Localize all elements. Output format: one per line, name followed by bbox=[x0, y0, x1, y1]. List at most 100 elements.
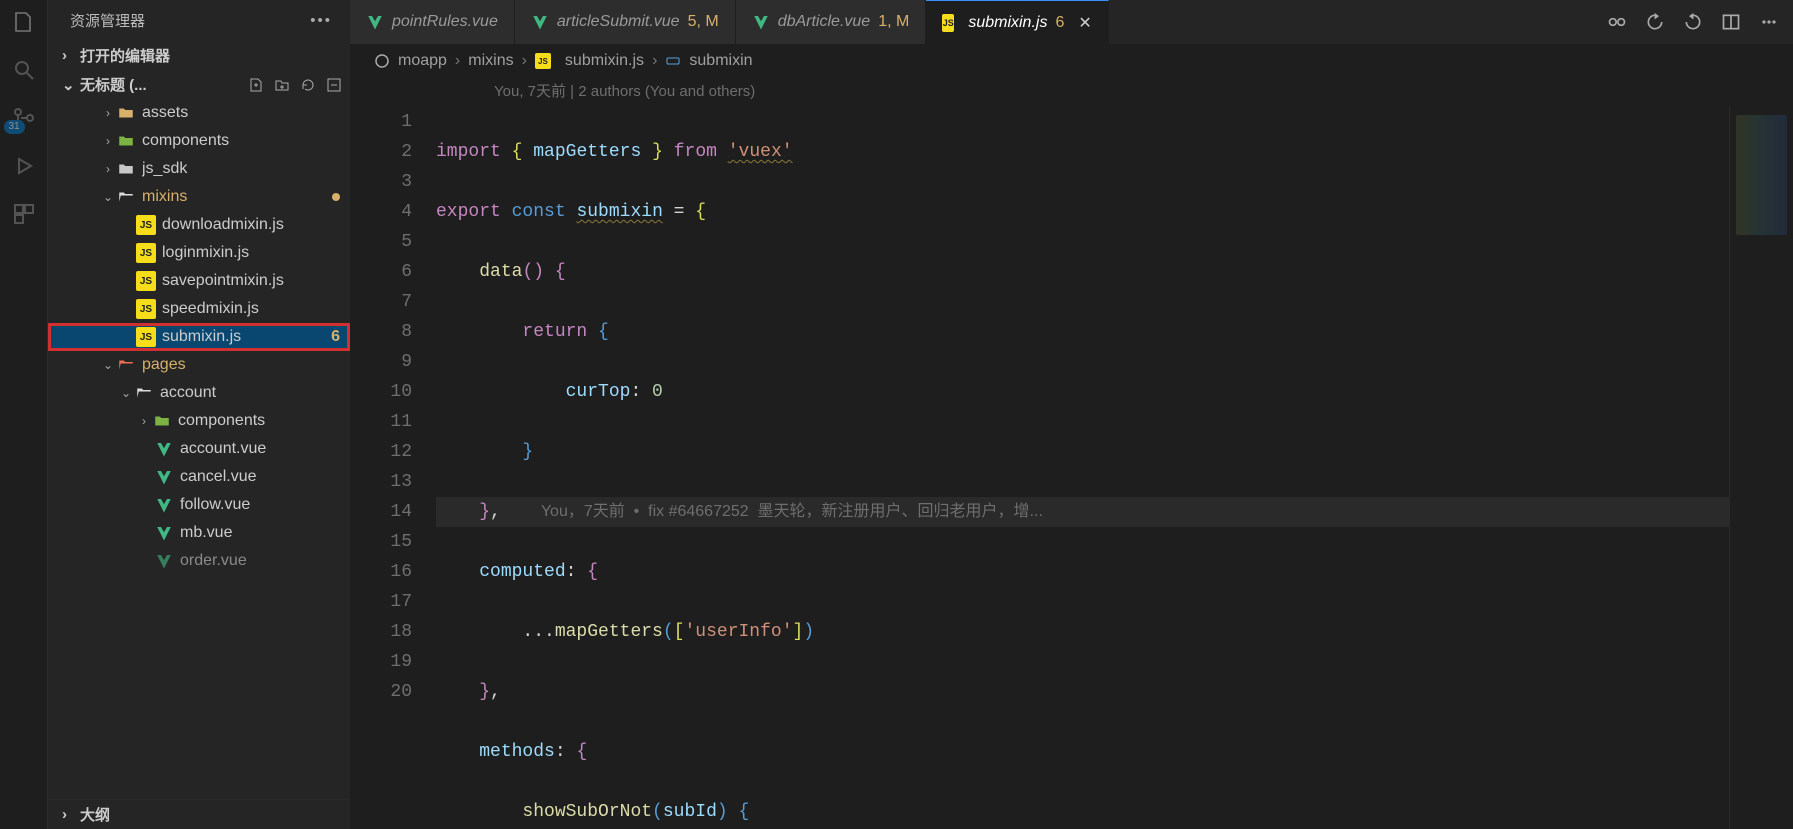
breadcrumb-item[interactable]: moapp bbox=[398, 52, 447, 70]
chevron-down-icon: ⌄ bbox=[100, 190, 116, 204]
js-icon: JS bbox=[136, 327, 156, 347]
more-icon[interactable] bbox=[1759, 12, 1779, 32]
chevron-down-icon: ⌄ bbox=[118, 386, 134, 400]
outline-section[interactable]: › 大纲 bbox=[48, 799, 350, 829]
file-order-vue[interactable]: order.vue bbox=[48, 547, 350, 575]
tree-label: downloadmixin.js bbox=[162, 216, 340, 234]
file-downloadmixin[interactable]: JS downloadmixin.js bbox=[48, 211, 350, 239]
tab-label: articleSubmit.vue bbox=[557, 13, 680, 31]
folder-icon bbox=[117, 160, 135, 178]
close-icon[interactable]: ✕ bbox=[1078, 13, 1091, 33]
tree-label: components bbox=[178, 412, 340, 430]
tab-status: 5, M bbox=[688, 13, 719, 31]
tree-label: assets bbox=[142, 104, 340, 122]
folder-open-icon bbox=[117, 188, 135, 206]
explorer-sidebar: 资源管理器 ••• › 打开的编辑器 ⌄ 无标题 (... › assets ›… bbox=[48, 0, 350, 829]
vue-icon bbox=[155, 552, 173, 570]
compare-icon[interactable] bbox=[1607, 12, 1627, 32]
breadcrumbs[interactable]: moapp › mixins › JS submixin.js › submix… bbox=[350, 44, 1793, 78]
file-cancel-vue[interactable]: cancel.vue bbox=[48, 463, 350, 491]
vue-icon bbox=[155, 468, 173, 486]
tree-label: savepointmixin.js bbox=[162, 272, 340, 290]
tree-label: follow.vue bbox=[180, 496, 340, 514]
chevron-down-icon: ⌄ bbox=[100, 358, 116, 372]
editor-area: pointRules.vue articleSubmit.vue 5, M db… bbox=[350, 0, 1793, 829]
file-loginmixin[interactable]: JS loginmixin.js bbox=[48, 239, 350, 267]
js-icon: JS bbox=[136, 271, 156, 291]
workspace-section[interactable]: ⌄ 无标题 (... bbox=[48, 70, 350, 99]
vue-icon bbox=[155, 524, 173, 542]
tab-label: dbArticle.vue bbox=[778, 13, 871, 31]
search-icon[interactable] bbox=[12, 58, 36, 82]
circle-icon bbox=[374, 53, 390, 69]
folder-icon bbox=[117, 104, 135, 122]
debug-icon[interactable] bbox=[12, 154, 36, 178]
refresh-icon[interactable] bbox=[300, 77, 316, 93]
vue-icon bbox=[155, 440, 173, 458]
folder-assets[interactable]: › assets bbox=[48, 99, 350, 127]
file-savepointmixin[interactable]: JS savepointmixin.js bbox=[48, 267, 350, 295]
minimap[interactable] bbox=[1729, 107, 1793, 829]
tab-submixin[interactable]: JS submixin.js 6 ✕ bbox=[926, 0, 1108, 44]
chevron-down-icon: ⌄ bbox=[62, 76, 76, 94]
js-icon: JS bbox=[942, 14, 954, 32]
folder-account-components[interactable]: › components bbox=[48, 407, 350, 435]
vue-icon bbox=[752, 13, 770, 31]
tab-label: pointRules.vue bbox=[392, 13, 498, 31]
files-icon[interactable] bbox=[12, 10, 36, 34]
code-editor[interactable]: 1234567891011121314151617181920 import {… bbox=[350, 107, 1793, 829]
tab-articlesubmit[interactable]: articleSubmit.vue 5, M bbox=[515, 0, 736, 44]
editor-actions bbox=[1593, 0, 1793, 44]
chevron-right-icon: › bbox=[100, 162, 116, 176]
split-icon[interactable] bbox=[1721, 12, 1741, 32]
tree-label: mb.vue bbox=[180, 524, 340, 542]
tree-label: components bbox=[142, 132, 340, 150]
tree-label: submixin.js bbox=[162, 328, 323, 346]
tree-label: js_sdk bbox=[142, 160, 340, 178]
collapse-icon[interactable] bbox=[326, 77, 342, 93]
breadcrumb-item[interactable]: submixin.js bbox=[565, 52, 644, 70]
sidebar-header: 资源管理器 ••• bbox=[48, 0, 350, 41]
folder-icon bbox=[153, 412, 171, 430]
new-folder-icon[interactable] bbox=[274, 77, 290, 93]
file-submixin[interactable]: JS submixin.js 6 bbox=[48, 323, 350, 351]
tab-status: 6 bbox=[1055, 14, 1064, 32]
next-icon[interactable] bbox=[1683, 12, 1703, 32]
file-mb-vue[interactable]: mb.vue bbox=[48, 519, 350, 547]
workspace-label: 无标题 (... bbox=[80, 74, 147, 95]
tree-label: account.vue bbox=[180, 440, 340, 458]
sidebar-more-icon[interactable]: ••• bbox=[310, 12, 332, 29]
scm-badge: 31 bbox=[4, 120, 25, 134]
symbol-icon bbox=[665, 53, 681, 69]
folder-account[interactable]: ⌄ account bbox=[48, 379, 350, 407]
activity-bar: 31 bbox=[0, 0, 48, 829]
folder-open-icon bbox=[117, 356, 135, 374]
folder-pages[interactable]: ⌄ pages bbox=[48, 351, 350, 379]
file-account-vue[interactable]: account.vue bbox=[48, 435, 350, 463]
prev-icon[interactable] bbox=[1645, 12, 1665, 32]
folder-components[interactable]: › components bbox=[48, 127, 350, 155]
breadcrumb-item[interactable]: submixin bbox=[689, 52, 752, 70]
file-follow-vue[interactable]: follow.vue bbox=[48, 491, 350, 519]
open-editors-section[interactable]: › 打开的编辑器 bbox=[48, 41, 350, 70]
extensions-icon[interactable] bbox=[12, 202, 36, 226]
outline-label: 大纲 bbox=[80, 804, 110, 825]
minimap-viewport bbox=[1736, 115, 1787, 235]
tab-pointrules[interactable]: pointRules.vue bbox=[350, 0, 515, 44]
tree-label: mixins bbox=[142, 188, 332, 206]
file-speedmixin[interactable]: JS speedmixin.js bbox=[48, 295, 350, 323]
chevron-right-icon: › bbox=[100, 134, 116, 148]
tab-status: 1, M bbox=[878, 13, 909, 31]
source-control-icon[interactable]: 31 bbox=[12, 106, 36, 130]
code-content[interactable]: import { mapGetters } from 'vuex' export… bbox=[436, 107, 1729, 829]
js-icon: JS bbox=[136, 215, 156, 235]
modified-dot-icon bbox=[332, 193, 340, 201]
folder-icon bbox=[117, 132, 135, 150]
folder-mixins[interactable]: ⌄ mixins bbox=[48, 183, 350, 211]
gitlens-authors: You, 7天前 | 2 authors (You and others) bbox=[350, 78, 1793, 107]
tab-dbarticle[interactable]: dbArticle.vue 1, M bbox=[736, 0, 927, 44]
new-file-icon[interactable] bbox=[248, 77, 264, 93]
folder-js-sdk[interactable]: › js_sdk bbox=[48, 155, 350, 183]
breadcrumb-item[interactable]: mixins bbox=[468, 52, 513, 70]
chevron-right-icon: › bbox=[136, 414, 152, 428]
